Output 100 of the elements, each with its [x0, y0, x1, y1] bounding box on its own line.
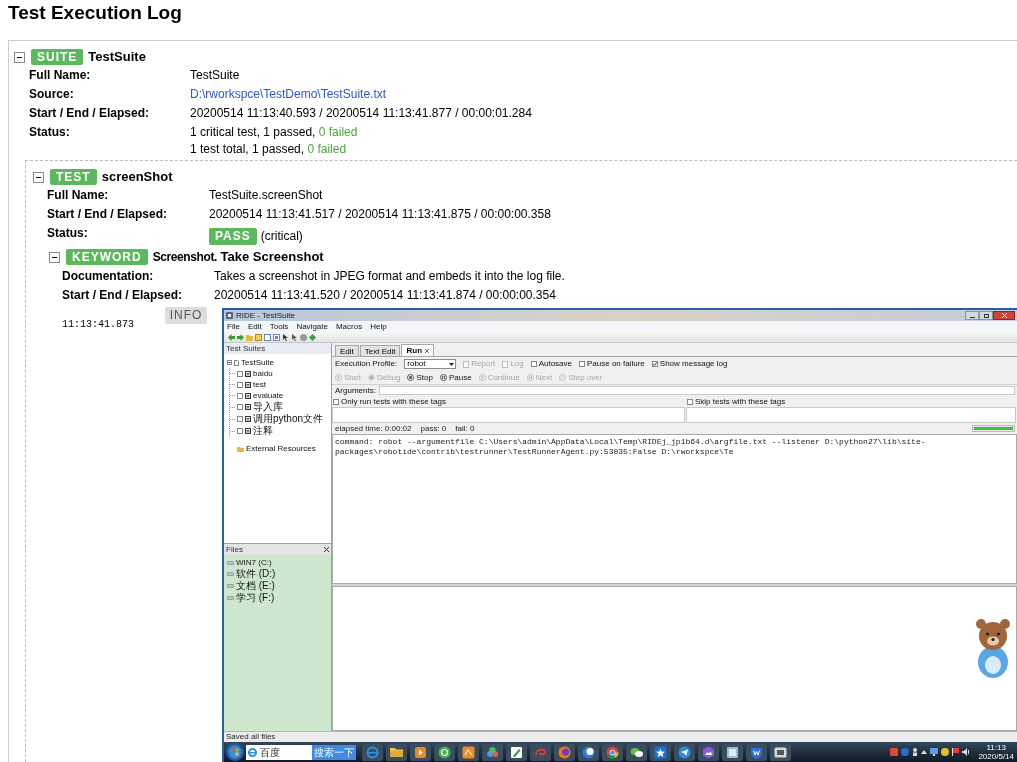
dot-icon[interactable] [300, 333, 307, 341]
square-icon[interactable] [890, 748, 899, 756]
search-button[interactable]: 搜索一下 [312, 744, 356, 760]
person-icon[interactable] [912, 748, 919, 756]
page-title: Test Execution Log [7, 1, 182, 25]
checkbox[interactable] [687, 398, 693, 405]
app-icon [226, 312, 233, 319]
maximize-button[interactable] [979, 311, 993, 320]
menu-item[interactable]: Help [370, 321, 387, 332]
checkbox[interactable] [237, 428, 243, 434]
menu-item[interactable]: Navigate [296, 321, 328, 332]
list-icon [245, 381, 251, 388]
status-summary: 1 test total, 1 passed, 0 failed [190, 141, 347, 158]
tree-item[interactable]: test [253, 379, 266, 390]
tab[interactable]: Text Edit [359, 345, 401, 356]
checkbox[interactable] [530, 361, 537, 367]
caret-up-icon[interactable] [921, 750, 928, 754]
tree-item[interactable]: TestSuite [241, 357, 274, 368]
drive-icon [227, 584, 234, 588]
checkbox[interactable] [333, 398, 339, 405]
clock-time[interactable]: 11:13 [986, 743, 1006, 752]
source-link[interactable]: D:\rworkspce\TestDemo\TestSuite.txt [190, 87, 387, 101]
arguments-field[interactable] [378, 386, 1015, 395]
diamond-icon[interactable] [309, 333, 316, 341]
checkbox[interactable] [237, 370, 243, 377]
checkbox[interactable] [237, 381, 243, 388]
toolbar-button[interactable]: Pause [439, 371, 472, 384]
checkbox-label[interactable]: Skip tests with these tags [695, 395, 786, 408]
field-value: TestSuite [190, 67, 240, 84]
stop-circle-icon [407, 374, 415, 381]
tree-item[interactable]: 注释 [253, 425, 273, 437]
checkbox-label[interactable]: Show message log [659, 358, 728, 370]
tree-item[interactable]: External Resources [246, 443, 316, 454]
tree-item[interactable]: 软件 (D:) [236, 568, 276, 580]
chat-bubbles-icon[interactable] [626, 743, 647, 761]
ring-icon[interactable] [362, 743, 383, 761]
tile-icon[interactable] [458, 743, 479, 761]
play-icon[interactable] [410, 743, 431, 761]
checkbox[interactable] [237, 392, 243, 399]
speaker-icon[interactable] [962, 748, 971, 756]
tab[interactable]: Edit [335, 345, 359, 356]
circle-icon[interactable] [941, 748, 950, 756]
tags-field[interactable] [686, 407, 1016, 423]
close-button[interactable] [993, 311, 1015, 320]
menu-item[interactable]: Edit [247, 321, 262, 332]
pencil-icon[interactable] [506, 743, 527, 761]
caret-icon [449, 362, 455, 366]
circles-icon[interactable] [482, 743, 503, 761]
checkbox[interactable] [579, 361, 585, 367]
close-icon[interactable] [324, 547, 329, 552]
close-icon[interactable] [425, 348, 430, 353]
tree-item[interactable]: evaluate [253, 390, 284, 401]
checkbox-label[interactable]: Autosave [538, 358, 572, 370]
checkbox[interactable] [237, 416, 243, 422]
minimize-button[interactable] [965, 311, 979, 320]
tree-item[interactable]: 调用python文件 [253, 413, 324, 425]
run-stat: elapsed time: 0:00:02 [335, 422, 412, 435]
flag-icon[interactable] [952, 748, 960, 756]
arrow-right-icon[interactable] [237, 333, 244, 341]
checkbox[interactable] [237, 404, 243, 410]
monitor-icon[interactable] [930, 748, 939, 756]
arrow-left-icon[interactable] [228, 333, 235, 341]
tablet-icon[interactable] [722, 743, 743, 761]
orb-icon[interactable] [226, 743, 244, 761]
checkbox[interactable] [651, 361, 658, 367]
collapse-button[interactable] [14, 51, 25, 63]
tags-field[interactable] [332, 407, 685, 423]
collapse-icon[interactable] [227, 360, 232, 365]
tree-item[interactable]: 文档 (E:) [236, 580, 275, 592]
menu-item[interactable]: File [227, 321, 240, 332]
checkbox-label[interactable]: Only run tests with these tags [341, 395, 446, 408]
profile-dropdown[interactable]: robot [404, 359, 457, 369]
tree-item[interactable]: 导入库 [253, 401, 283, 413]
tab[interactable]: Run [401, 344, 435, 356]
paper-plane-icon[interactable] [674, 743, 695, 761]
tree-item[interactable]: 学习 (F:) [236, 592, 275, 604]
pause-circle-icon [439, 374, 447, 381]
list-icon [245, 416, 251, 422]
crescent-icon[interactable] [578, 743, 599, 761]
tree-item[interactable]: WIN7 (C:) [236, 557, 272, 568]
toolbar-button[interactable]: Stop [407, 371, 433, 384]
field-value: 20200514 11:13:41.517 / 20200514 11:13:41.875 / 00:00:00.358 [209, 206, 551, 223]
search-field[interactable]: 百度 [246, 744, 312, 760]
checkbox-label[interactable]: Pause on failure [587, 358, 645, 370]
shield-icon[interactable] [746, 743, 767, 761]
menu-item[interactable]: Tools [269, 321, 289, 332]
refresh-icon[interactable] [434, 743, 455, 761]
clock-date[interactable]: 2020/5/14 [978, 752, 1014, 761]
status-summary: 1 critical test, 1 passed, 0 failed [190, 124, 358, 141]
tree-item[interactable]: baidu [253, 368, 273, 379]
folder-icon [237, 445, 244, 452]
menu-item[interactable]: Macros [335, 321, 363, 332]
folder-icon[interactable] [386, 743, 407, 761]
collapse-button[interactable] [49, 251, 60, 263]
globe-icon[interactable] [554, 743, 575, 761]
collapse-button[interactable] [33, 171, 44, 183]
window-icon[interactable] [770, 743, 791, 761]
play-circle-icon [335, 374, 342, 381]
drive-icon [227, 560, 234, 565]
picture-icon[interactable] [698, 743, 719, 761]
